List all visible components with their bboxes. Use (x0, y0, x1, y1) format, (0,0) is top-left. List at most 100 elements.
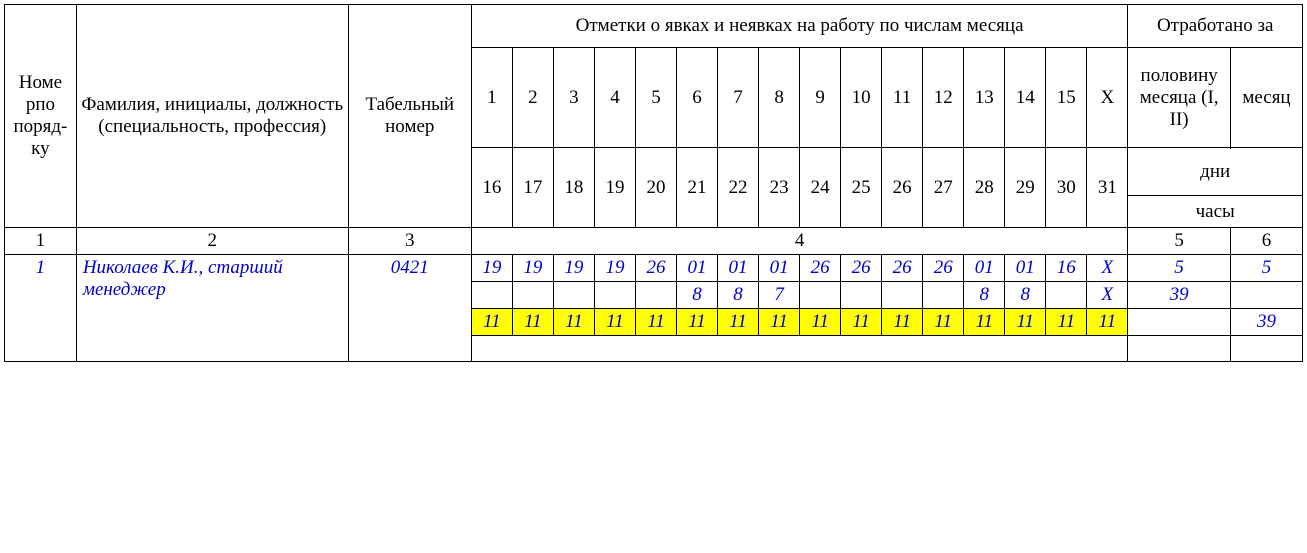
colnum-4: 4 (471, 228, 1128, 255)
day-13: 13 (964, 48, 1005, 148)
r1c4: 19 (594, 255, 635, 282)
r1c15: 16 (1046, 255, 1087, 282)
r1c7: 01 (718, 255, 759, 282)
day-4: 4 (594, 48, 635, 148)
day-15: 15 (1046, 48, 1087, 148)
col-header-month: месяц (1230, 48, 1302, 148)
label-days: дни (1128, 148, 1303, 196)
day-10: 10 (841, 48, 882, 148)
r3c2: 11 (512, 309, 553, 336)
r2c2 (512, 282, 553, 309)
r2c16: X (1087, 282, 1128, 309)
r1c12: 26 (923, 255, 964, 282)
day-1: 1 (471, 48, 512, 148)
r1c2: 19 (512, 255, 553, 282)
day-8: 8 (759, 48, 800, 148)
day-3: 3 (553, 48, 594, 148)
day-x: X (1087, 48, 1128, 148)
cell-name: Николаев К.И., старший менеджер (76, 255, 348, 362)
r2c6: 8 (677, 282, 718, 309)
r2c4 (594, 282, 635, 309)
day-28: 28 (964, 148, 1005, 228)
colnum-3: 3 (348, 228, 471, 255)
r1c9: 26 (800, 255, 841, 282)
day-6: 6 (677, 48, 718, 148)
half-r1: 5 (1128, 255, 1231, 282)
header-row-1: Номе рпо поряд-ку Фамилия, инициалы, дол… (5, 5, 1303, 48)
day-14: 14 (1005, 48, 1046, 148)
r3c15: 11 (1046, 309, 1087, 336)
r3c11: 11 (882, 309, 923, 336)
r3c5: 11 (635, 309, 676, 336)
r2c11 (882, 282, 923, 309)
r1c8: 01 (759, 255, 800, 282)
half-r3 (1128, 309, 1231, 336)
day-25: 25 (841, 148, 882, 228)
cell-num: 1 (5, 255, 77, 362)
r1c5: 26 (635, 255, 676, 282)
day-29: 29 (1005, 148, 1046, 228)
day-22: 22 (718, 148, 759, 228)
colnum-row: 1 2 3 4 5 6 (5, 228, 1303, 255)
day-23: 23 (759, 148, 800, 228)
cell-tabno: 0421 (348, 255, 471, 362)
r2c14: 8 (1005, 282, 1046, 309)
r2c15 (1046, 282, 1087, 309)
col-header-half: половину месяца (I, II) (1128, 48, 1231, 148)
col-header-name: Фамилия, инициалы, должность (специально… (76, 5, 348, 228)
day-19: 19 (594, 148, 635, 228)
r3c14: 11 (1005, 309, 1046, 336)
r3c16: 11 (1087, 309, 1128, 336)
day-24: 24 (800, 148, 841, 228)
r3c8: 11 (759, 309, 800, 336)
r1c10: 26 (841, 255, 882, 282)
day-2: 2 (512, 48, 553, 148)
r2c9 (800, 282, 841, 309)
r3c12: 11 (923, 309, 964, 336)
r1c11: 26 (882, 255, 923, 282)
r3c7: 11 (718, 309, 759, 336)
r1c3: 19 (553, 255, 594, 282)
r3c10: 11 (841, 309, 882, 336)
r2c10 (841, 282, 882, 309)
r1c14: 01 (1005, 255, 1046, 282)
day-26: 26 (882, 148, 923, 228)
r2c5 (635, 282, 676, 309)
r1c1: 19 (471, 255, 512, 282)
r2c8: 7 (759, 282, 800, 309)
half-r2: 39 (1128, 282, 1231, 309)
r1c13: 01 (964, 255, 1005, 282)
day-30: 30 (1046, 148, 1087, 228)
label-hours: часы (1128, 196, 1303, 228)
month-r3: 39 (1230, 309, 1302, 336)
r2c7: 8 (718, 282, 759, 309)
r2c1 (471, 282, 512, 309)
timesheet-table: Номе рпо поряд-ку Фамилия, инициалы, дол… (4, 4, 1303, 362)
day-9: 9 (800, 48, 841, 148)
r3c9: 11 (800, 309, 841, 336)
colnum-2: 2 (76, 228, 348, 255)
day-18: 18 (553, 148, 594, 228)
day-17: 17 (512, 148, 553, 228)
day-20: 20 (635, 148, 676, 228)
r3c1: 11 (471, 309, 512, 336)
colnum-5: 5 (1128, 228, 1231, 255)
r2c12 (923, 282, 964, 309)
data-row-1: 1 Николаев К.И., старший менеджер 0421 1… (5, 255, 1303, 282)
month-r4 (1230, 336, 1302, 362)
colnum-6: 6 (1230, 228, 1302, 255)
r4-empty (471, 336, 1128, 362)
day-5: 5 (635, 48, 676, 148)
col-header-number: Номе рпо поряд-ку (5, 5, 77, 228)
r3c6: 11 (677, 309, 718, 336)
day-21: 21 (677, 148, 718, 228)
day-12: 12 (923, 48, 964, 148)
col-header-worked: Отработано за (1128, 5, 1303, 48)
r3c13: 11 (964, 309, 1005, 336)
col-header-marks: Отметки о явках и неявках на работу по ч… (471, 5, 1128, 48)
day-11: 11 (882, 48, 923, 148)
colnum-1: 1 (5, 228, 77, 255)
day-16: 16 (471, 148, 512, 228)
r3c4: 11 (594, 309, 635, 336)
r2c3 (553, 282, 594, 309)
